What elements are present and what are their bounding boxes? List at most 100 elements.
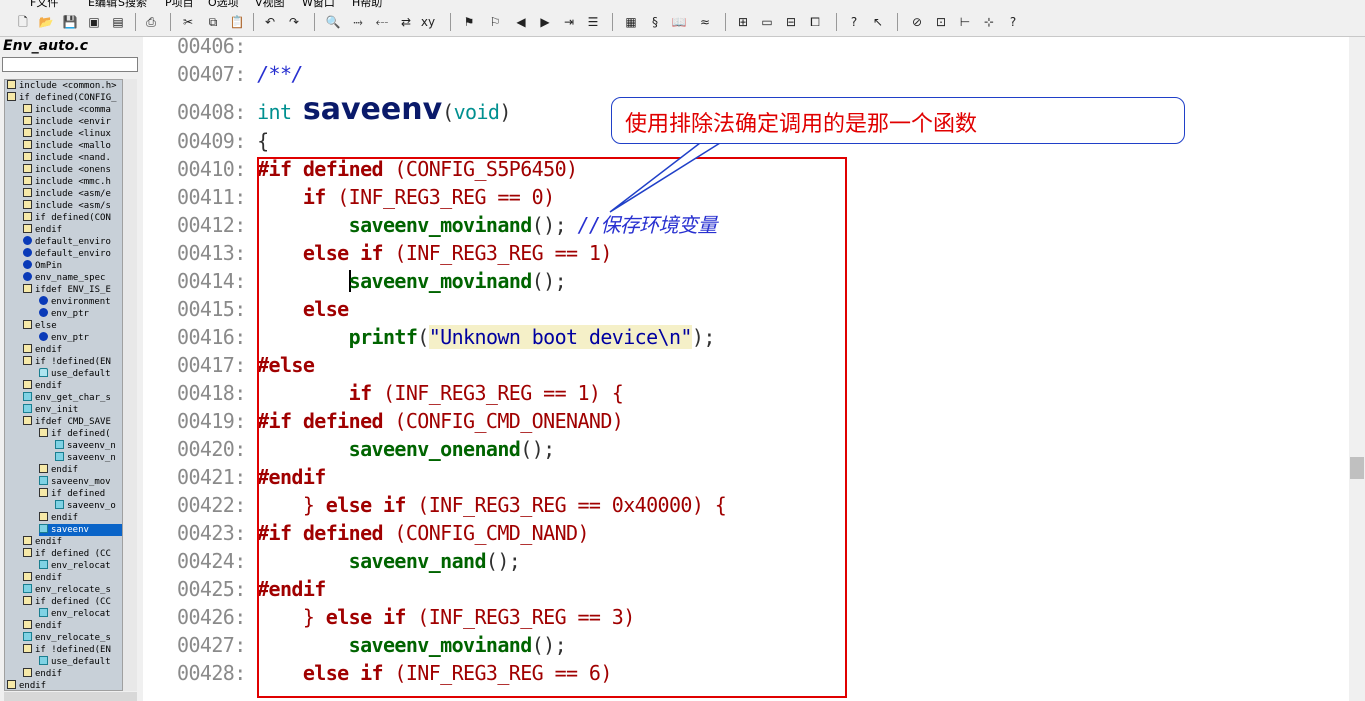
tree-item[interactable]: if defined (CC (23, 596, 122, 608)
tree-item[interactable]: environment (39, 296, 122, 308)
xy-icon[interactable]: xy (420, 14, 436, 30)
book-icon[interactable]: 📖 (671, 14, 687, 30)
code-line[interactable]: 00409: { (177, 127, 269, 155)
tree-item[interactable]: include <asm/s (23, 200, 122, 212)
replace-icon[interactable]: ⇄ (398, 14, 414, 30)
window-3-icon[interactable]: ⊟ (783, 14, 799, 30)
wave-icon[interactable]: ≈ (697, 14, 713, 30)
tree-item[interactable]: include <envir (23, 116, 122, 128)
tree-item[interactable]: endif (23, 344, 122, 356)
save-all-icon[interactable]: ▤ (110, 14, 126, 30)
bookmark-icon[interactable]: ⚑ (461, 14, 477, 30)
copy-icon[interactable]: ⧉ (205, 14, 221, 30)
pointer-help-icon[interactable]: ↖ (870, 14, 886, 30)
tree-item[interactable]: saveenv_o (55, 500, 122, 512)
tree-hscrollbar[interactable] (4, 692, 137, 701)
window-1-icon[interactable]: ⊞ (735, 14, 751, 30)
tree-item[interactable]: endif (23, 572, 122, 584)
tree-item[interactable]: include <asm/e (23, 188, 122, 200)
tree-item[interactable]: if defined( (39, 428, 122, 440)
menu-item[interactable]: S搜索 (118, 0, 147, 8)
scroll-thumb[interactable] (1350, 457, 1364, 479)
tree-item[interactable]: use_default (39, 656, 122, 668)
help-context-icon[interactable]: ? (846, 14, 862, 30)
tree-item[interactable]: endif (39, 512, 122, 524)
tree-item[interactable]: if defined(CONFIG_ (7, 92, 122, 104)
window-4-icon[interactable]: ⧠ (807, 14, 823, 30)
tree-item[interactable]: if !defined(EN (23, 356, 122, 368)
tree-item[interactable]: include <linux (23, 128, 122, 140)
tree-item[interactable]: include <mallo (23, 140, 122, 152)
tree-item[interactable]: include <comma (23, 104, 122, 116)
tree-item[interactable]: env_ptr (39, 308, 122, 320)
tree-item[interactable]: include <onens (23, 164, 122, 176)
tree-icon[interactable]: ⊢ (957, 14, 973, 30)
undo-icon[interactable]: ↶ (262, 14, 278, 30)
tree-item[interactable]: saveenv_n (55, 452, 122, 464)
tree-item[interactable]: endif (23, 224, 122, 236)
tree-item[interactable]: ifdef ENV_IS_E (23, 284, 122, 296)
menu-item[interactable]: E编辑 (88, 0, 117, 8)
code-line[interactable]: 00407: /**/ (177, 60, 303, 88)
tree-item[interactable]: OmPin (23, 260, 122, 272)
save-icon[interactable]: 💾 (62, 14, 78, 30)
tree-item[interactable]: if defined (39, 488, 122, 500)
open-folder-icon[interactable]: 📂 (38, 14, 54, 30)
menu-item[interactable]: P项目 (165, 0, 194, 8)
tree-item[interactable]: env_relocat (39, 560, 122, 572)
menu-item[interactable]: F文件 (30, 0, 58, 8)
code-line[interactable]: 00408: int saveenv(void) (177, 95, 511, 125)
help-icon[interactable]: ? (1005, 14, 1021, 30)
tree-item[interactable]: include <common.h> (7, 80, 122, 92)
find-icon[interactable]: 🔍 (325, 14, 341, 30)
tree-item[interactable]: env_init (23, 404, 122, 416)
redo-icon[interactable]: ↷ (286, 14, 302, 30)
tree-scrollbar[interactable] (123, 79, 137, 691)
menu-item[interactable]: W窗口 (302, 0, 335, 8)
tree-item[interactable]: endif (23, 620, 122, 632)
tree-item[interactable]: include <nand. (23, 152, 122, 164)
tree-item[interactable]: env_relocat (39, 608, 122, 620)
code-line[interactable]: 00406: (177, 32, 246, 60)
cut-icon[interactable]: ✂ (180, 14, 196, 30)
tree-item[interactable]: endif (23, 536, 122, 548)
graph-icon[interactable]: ⊡ (933, 14, 949, 30)
find-next-icon[interactable]: ⤑ (350, 14, 366, 30)
tree-item[interactable]: ifdef CMD_SAVE (23, 416, 122, 428)
tree-item[interactable]: saveenv_n (55, 440, 122, 452)
forward-icon[interactable]: ▶ (537, 14, 553, 30)
tree-item[interactable]: endif (23, 380, 122, 392)
symbol-icon[interactable]: § (647, 14, 663, 30)
menu-item[interactable]: H帮助 (352, 0, 382, 8)
tree-item[interactable]: if defined (CC (23, 548, 122, 560)
tree-item[interactable]: include <mmc.h (23, 176, 122, 188)
tree-item[interactable]: env_relocate_s (23, 584, 122, 596)
project-icon[interactable]: ▦ (623, 14, 639, 30)
tree-item[interactable]: if !defined(EN (23, 644, 122, 656)
new-file-icon[interactable]: 🗋 (15, 14, 31, 30)
save-as-icon[interactable]: ▣ (86, 14, 102, 30)
menu-item[interactable]: O选项 (208, 0, 239, 8)
tree-item[interactable]: saveenv_mov (39, 476, 122, 488)
back-icon[interactable]: ◀ (513, 14, 529, 30)
print-icon[interactable]: ⎙ (143, 14, 159, 30)
tree-item[interactable]: if defined(CON (23, 212, 122, 224)
link-icon[interactable]: ⊘ (909, 14, 925, 30)
menu-item[interactable]: V视图 (255, 0, 285, 8)
tree-item[interactable]: endif (23, 668, 122, 680)
tree-item[interactable]: env_get_char_s (23, 392, 122, 404)
symbol-search-input[interactable] (2, 57, 138, 72)
indent-icon[interactable]: ☰ (585, 14, 601, 30)
jump-icon[interactable]: ⇥ (561, 14, 577, 30)
tree-item[interactable]: default_enviro (23, 236, 122, 248)
tree-item[interactable]: endif (39, 464, 122, 476)
editor-scrollbar[interactable] (1349, 37, 1365, 701)
tree-item[interactable]: else (23, 320, 122, 332)
tree-item[interactable]: default_enviro (23, 248, 122, 260)
relation-icon[interactable]: ⊹ (981, 14, 997, 30)
bookmark-next-icon[interactable]: ⚐ (487, 14, 503, 30)
tree-item[interactable]: env_name_spec (23, 272, 122, 284)
find-prev-icon[interactable]: ⤎ (374, 14, 390, 30)
tree-item[interactable]: saveenv (39, 524, 122, 536)
tree-item[interactable]: env_ptr (39, 332, 122, 344)
